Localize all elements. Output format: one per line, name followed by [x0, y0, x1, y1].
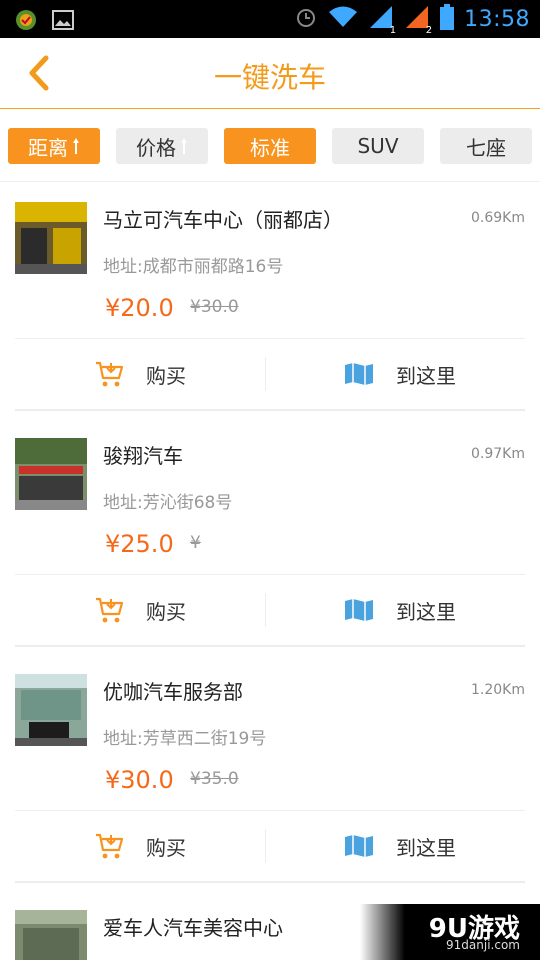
battery-icon: [440, 4, 455, 34]
shop-address: 地址:成都市丽都路16号: [103, 257, 284, 277]
signal-sim2-icon: 2: [404, 4, 432, 36]
item-separator: [15, 409, 525, 411]
action-separator: [265, 357, 266, 391]
alarm-icon: [294, 5, 318, 33]
filter-distance[interactable]: 距离: [8, 128, 100, 164]
filter-label: 距离: [28, 135, 68, 160]
filter-label: 标准: [250, 135, 290, 160]
shop-price: ¥25.0: [105, 530, 174, 558]
shop-name: 爱车人汽车美容中心: [103, 916, 283, 940]
shop-name: 优咖汽车服务部: [103, 680, 243, 704]
shop-distance: 0.97Km: [471, 446, 525, 462]
page-title: 一键洗车: [213, 61, 326, 94]
shop-actions: 购买 到这里: [15, 339, 525, 409]
shop-actions: 购买 到这里: [15, 575, 525, 645]
item-separator: [15, 881, 525, 883]
shop-name: 骏翔汽车: [103, 444, 183, 468]
shop-price: ¥20.0: [105, 294, 174, 322]
shop-original-price: ¥: [190, 533, 201, 553]
shop-thumbnail: [15, 910, 87, 960]
shop-address: 地址:芳草西二街19号: [103, 729, 267, 749]
status-time: 13:58: [464, 6, 530, 32]
cart-icon: [96, 361, 124, 387]
navigate-button[interactable]: 到这里: [275, 339, 525, 409]
navigate-label: 到这里: [396, 363, 456, 388]
watermark-site: 91danji.com: [446, 938, 520, 952]
sort-arrow-icon: [181, 138, 187, 154]
shop-thumbnail: [15, 438, 87, 510]
shop-name: 马立可汽车中心（丽都店）: [103, 208, 343, 232]
signal-sim1-icon: 1: [368, 4, 396, 36]
wifi-icon: [328, 5, 358, 33]
action-separator: [265, 829, 266, 863]
map-icon: [345, 363, 373, 385]
filter-label: SUV: [357, 134, 399, 158]
navigate-label: 到这里: [396, 835, 456, 860]
buy-label: 购买: [146, 835, 186, 860]
item-separator: [15, 645, 525, 647]
image-notification-icon: [52, 10, 74, 34]
app-header: 一键洗车: [0, 38, 540, 109]
shop-address: 地址:芳沁街68号: [103, 493, 233, 513]
navigate-label: 到这里: [396, 599, 456, 624]
map-icon: [345, 599, 373, 621]
shop-original-price: ¥35.0: [190, 769, 239, 789]
filter-label: 七座: [466, 135, 506, 160]
action-separator: [265, 593, 266, 627]
watermark: 9U游戏 91danji.com: [360, 904, 540, 960]
sort-arrow-icon: [73, 138, 79, 154]
app-notification-icon: [14, 8, 38, 36]
shop-thumbnail: [15, 674, 87, 746]
shop-price: ¥30.0: [105, 766, 174, 794]
map-icon: [345, 835, 373, 857]
filter-standard[interactable]: 标准: [224, 128, 316, 164]
buy-label: 购买: [146, 599, 186, 624]
shop-list-item[interactable]: 骏翔汽车 0.97Km 地址:芳沁街68号 ¥25.0 ¥ 购买 到这里: [0, 418, 540, 654]
shop-distance: 1.20Km: [471, 682, 525, 698]
buy-button[interactable]: 购买: [15, 575, 265, 645]
filter-label: 价格: [136, 135, 176, 160]
buy-button[interactable]: 购买: [15, 811, 265, 881]
filter-seven-seat[interactable]: 七座: [440, 128, 532, 164]
cart-icon: [96, 833, 124, 859]
buy-label: 购买: [146, 363, 186, 388]
shop-list-item[interactable]: 马立可汽车中心（丽都店） 0.69Km 地址:成都市丽都路16号 ¥20.0 ¥…: [0, 182, 540, 418]
shop-actions: 购买 到这里: [15, 811, 525, 881]
cart-icon: [96, 597, 124, 623]
buy-button[interactable]: 购买: [15, 339, 265, 409]
navigate-button[interactable]: 到这里: [275, 811, 525, 881]
filter-price[interactable]: 价格: [116, 128, 208, 164]
status-bar: 1 2 13:58: [0, 0, 540, 38]
filter-bar: 距离 价格 标准 SUV 七座: [0, 109, 540, 182]
shop-thumbnail: [15, 202, 87, 274]
shop-list-item[interactable]: 优咖汽车服务部 1.20Km 地址:芳草西二街19号 ¥30.0 ¥35.0 购…: [0, 654, 540, 890]
shop-original-price: ¥30.0: [190, 297, 239, 317]
filter-suv[interactable]: SUV: [332, 128, 424, 164]
shop-distance: 0.69Km: [471, 210, 525, 226]
navigate-button[interactable]: 到这里: [275, 575, 525, 645]
